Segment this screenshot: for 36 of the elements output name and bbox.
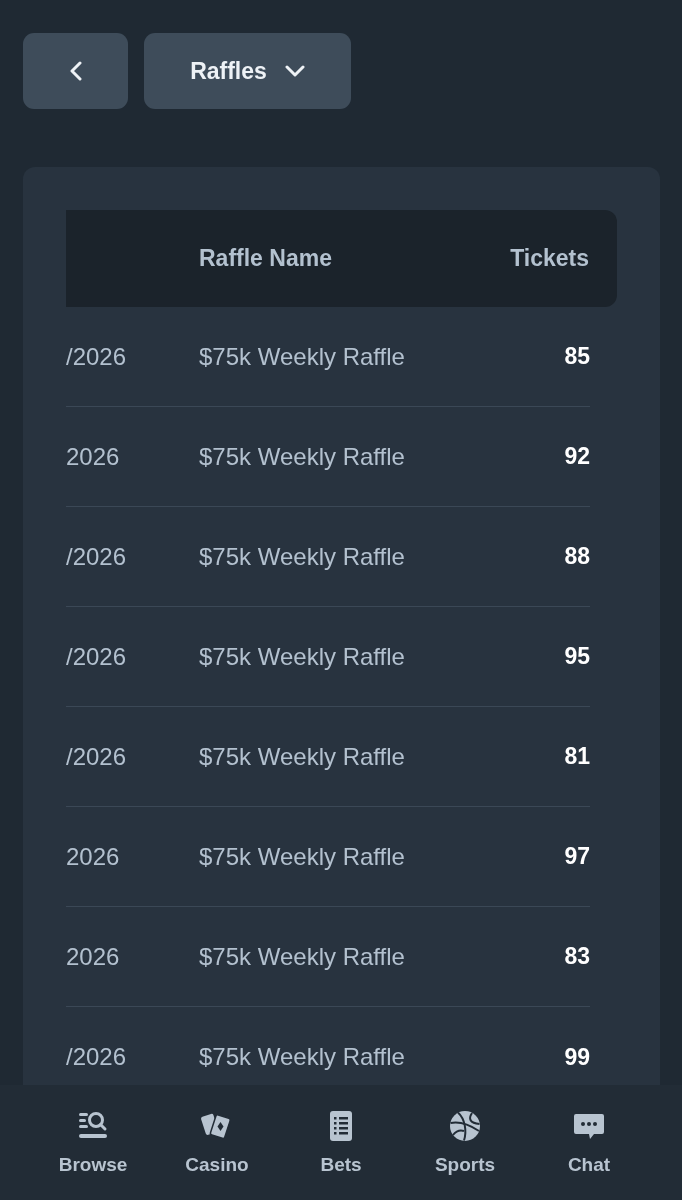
table-cell-text: 88 bbox=[564, 542, 590, 572]
nav-tab[interactable]: Browse bbox=[31, 1085, 155, 1200]
table-cell-text: $75k Weekly Raffle bbox=[199, 1042, 405, 1072]
table-cell-text: /2026 bbox=[66, 341, 127, 372]
table-cell-text: 2026 bbox=[66, 941, 120, 972]
nav-tab[interactable]: Sports bbox=[403, 1085, 527, 1200]
table-cell-text: 83 bbox=[564, 942, 590, 972]
nav-tab[interactable]: Casino bbox=[155, 1085, 279, 1200]
nav-tab[interactable]: Chat bbox=[527, 1085, 651, 1200]
back-icon bbox=[69, 61, 82, 81]
table-cell-text: $75k Weekly Raffle bbox=[199, 441, 405, 472]
table-cell-text: 92 bbox=[564, 442, 590, 472]
column-heading: Raffle Name bbox=[199, 244, 333, 274]
column-heading: Tickets bbox=[510, 244, 589, 274]
table-cell-text: $75k Weekly Raffle bbox=[199, 641, 405, 672]
basketball-icon bbox=[448, 1109, 482, 1143]
chevron-down-icon bbox=[284, 65, 305, 77]
table-cell-text: 81 bbox=[564, 742, 590, 772]
nav-tab[interactable]: Bets bbox=[279, 1085, 403, 1200]
table-cell-text: 2026 bbox=[66, 841, 120, 872]
table-cell-text: /2026 bbox=[66, 741, 127, 772]
table-cell-text: $75k Weekly Raffle bbox=[199, 841, 405, 872]
table-cell-text: 85 bbox=[564, 342, 590, 372]
table-cell-text: /2026 bbox=[66, 1042, 127, 1072]
table-cell-text: $75k Weekly Raffle bbox=[199, 941, 405, 972]
raffles-dropdown[interactable]: Raffles bbox=[144, 33, 351, 109]
table-cell-text: /2026 bbox=[66, 541, 127, 572]
table-cell-text: 99 bbox=[564, 1042, 590, 1072]
table-cell-text: $75k Weekly Raffle bbox=[199, 741, 405, 772]
table-cell-text: $75k Weekly Raffle bbox=[199, 541, 405, 572]
table-cell-text: /2026 bbox=[66, 641, 127, 672]
table-cell-text: 2026 bbox=[66, 441, 120, 472]
table-cell-text: 97 bbox=[564, 842, 590, 872]
table-cell-text: $75k Weekly Raffle bbox=[199, 341, 405, 372]
table-cell-text: 95 bbox=[564, 642, 590, 672]
back-button[interactable] bbox=[23, 33, 128, 109]
